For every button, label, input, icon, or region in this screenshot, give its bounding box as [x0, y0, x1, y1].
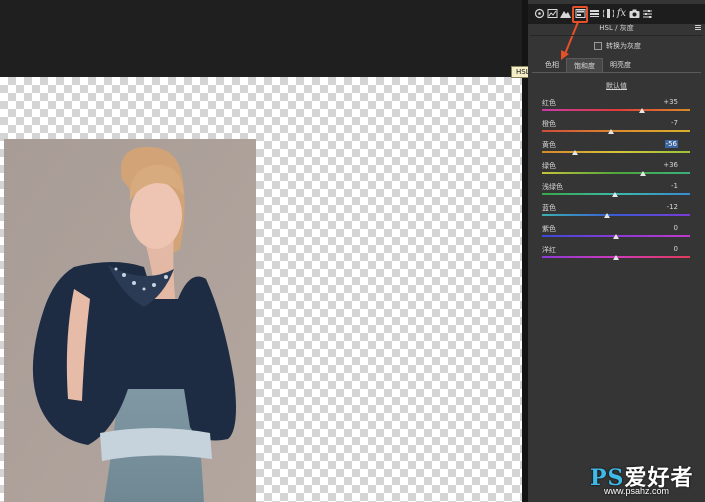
- slider-track[interactable]: [542, 109, 690, 111]
- camera-raw-panel: fx HSL / 灰度 转换为灰度 色相 饱和度 明亮度 默认值 红色 +35 橙色…: [528, 0, 705, 502]
- slider-label: 橙色: [542, 120, 556, 128]
- fx-icon[interactable]: fx: [616, 7, 627, 20]
- camera-icon[interactable]: [629, 7, 640, 20]
- document-top-area: [0, 0, 528, 77]
- slider-thumb[interactable]: [571, 150, 578, 155]
- watermark-url: www.psahz.com: [604, 486, 670, 496]
- panel-title: HSL / 灰度: [599, 24, 634, 32]
- panel-menu-icon[interactable]: [695, 25, 701, 31]
- slider-value-input[interactable]: +36: [663, 161, 678, 169]
- slider-row: 黄色 -56: [542, 140, 690, 160]
- aperture-icon[interactable]: [534, 7, 545, 20]
- tab-underline: [532, 72, 701, 73]
- slider-label: 紫色: [542, 225, 556, 233]
- slider-thumb[interactable]: [639, 171, 646, 176]
- slider-row: 浅绿色 -1: [542, 182, 690, 202]
- default-link[interactable]: 默认值: [606, 81, 627, 91]
- slider-label: 红色: [542, 99, 556, 107]
- slider-track[interactable]: [542, 151, 690, 153]
- slider-row: 蓝色 -12: [542, 203, 690, 223]
- slider-track[interactable]: [542, 130, 690, 132]
- histogram-icon[interactable]: [547, 7, 558, 20]
- slider-value-input[interactable]: -12: [667, 203, 678, 211]
- tab-hue[interactable]: 色相: [538, 58, 566, 72]
- presets-icon[interactable]: [642, 7, 653, 20]
- slider-value-input[interactable]: 0: [674, 245, 678, 253]
- mountain-icon[interactable]: [560, 7, 571, 20]
- slider-thumb[interactable]: [604, 213, 611, 218]
- convert-grayscale-checkbox[interactable]: [594, 42, 602, 50]
- slider-label: 绿色: [542, 162, 556, 170]
- slider-label: 洋红: [542, 246, 556, 254]
- photo-layer-woman[interactable]: [4, 139, 256, 502]
- tab-luminance[interactable]: 明亮度: [603, 58, 638, 72]
- slider-value-input[interactable]: -7: [671, 119, 678, 127]
- lens-icon[interactable]: [603, 7, 614, 20]
- convert-grayscale-row[interactable]: 转换为灰度: [594, 41, 641, 51]
- tab-saturation[interactable]: 饱和度: [566, 58, 603, 72]
- slider-row: 橙色 -7: [542, 119, 690, 139]
- panel-toolbar: fx: [528, 4, 705, 24]
- slider-label: 浅绿色: [542, 183, 563, 191]
- slider-value-input[interactable]: -1: [671, 182, 678, 190]
- slider-value-input[interactable]: -56: [664, 140, 678, 148]
- slider-value-input[interactable]: +35: [663, 98, 678, 106]
- slider-row: 红色 +35: [542, 98, 690, 118]
- slider-value-input[interactable]: 0: [674, 224, 678, 232]
- convert-grayscale-label: 转换为灰度: [606, 42, 641, 50]
- slider-thumb[interactable]: [612, 192, 619, 197]
- slider-row: 洋红 0: [542, 245, 690, 265]
- slider-track[interactable]: [542, 172, 690, 174]
- slider-thumb[interactable]: [613, 255, 619, 260]
- slider-label: 蓝色: [542, 204, 556, 212]
- slider-label: 黄色: [542, 141, 556, 149]
- slider-thumb[interactable]: [607, 129, 614, 134]
- slider-row: 绿色 +36: [542, 161, 690, 181]
- hsl-tabs: 色相 饱和度 明亮度: [538, 58, 638, 72]
- watermark: PS爱好者 www.psahz.com: [590, 460, 700, 500]
- slider-thumb[interactable]: [613, 234, 619, 239]
- slider-track[interactable]: [542, 214, 690, 216]
- divider: [530, 35, 703, 36]
- slider-thumb[interactable]: [638, 108, 645, 113]
- slider-row: 紫色 0: [542, 224, 690, 244]
- split-toning-icon[interactable]: [589, 7, 600, 20]
